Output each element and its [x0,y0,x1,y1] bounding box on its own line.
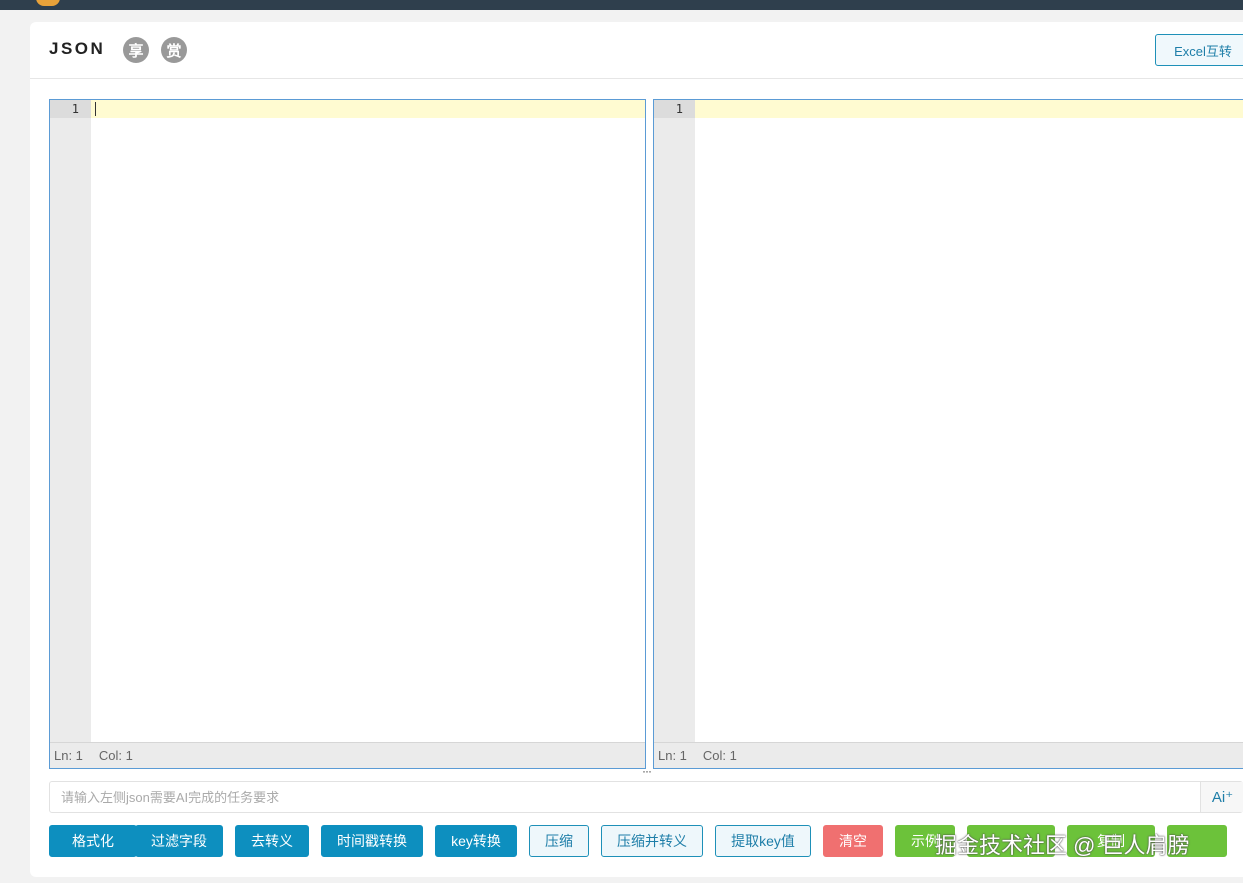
unescape-button[interactable]: 去转义 [235,825,309,857]
ai-sparkle-icon[interactable]: Ai⁺ [1200,782,1243,812]
watermark: 掘金技术社区 @ 巨人肩膀 [935,833,1190,858]
line-gutter [654,100,695,742]
line-number: 1 [654,100,695,118]
compress-button[interactable]: 压缩 [529,825,589,857]
reward-icon[interactable]: 赏 [161,37,187,63]
active-line-highlight [91,100,645,118]
active-line-highlight [695,100,1243,118]
extract-key-button[interactable]: 提取key值 [715,825,811,857]
key-convert-button[interactable]: key转换 [435,825,517,857]
clear-button[interactable]: 清空 [823,825,883,857]
top-navbar [0,0,1243,10]
compress-escape-button[interactable]: 压缩并转义 [601,825,703,857]
format-button[interactable]: 格式化 [49,825,137,857]
timestamp-convert-button[interactable]: 时间戳转换 [321,825,423,857]
column-position: Col: 1 [98,748,133,763]
excel-convert-button[interactable]: Excel互转 [1155,34,1243,66]
column-position: Col: 1 [702,748,737,763]
text-cursor [95,102,96,116]
editor-status-bar: Ln: 1 Col: 1 [50,742,645,768]
card-header: JSON 享 赏 Excel互转 [30,22,1243,79]
logo-icon[interactable] [36,0,60,6]
line-position: Ln: 1 [658,748,687,763]
input-json-editor[interactable]: 1 Ln: 1 Col: 1 [49,99,646,769]
main-card: JSON 享 赏 Excel互转 1 Ln: 1 Col: 1 ··· 1 Ln… [30,22,1243,877]
filter-fields-button[interactable]: 过滤字段 [135,825,223,857]
output-json-editor[interactable]: 1 Ln: 1 Col: 1 [653,99,1243,769]
line-position: Ln: 1 [54,748,83,763]
ai-task-input-group: Ai⁺ [49,781,1243,813]
line-number: 1 [50,100,91,118]
resize-handle-icon[interactable]: ··· [642,764,652,778]
ai-task-input[interactable] [50,782,1200,812]
editor-status-bar: Ln: 1 Col: 1 [654,742,1243,768]
page-title: JSON [49,39,106,58]
share-icon[interactable]: 享 [123,37,149,63]
line-gutter [50,100,91,742]
